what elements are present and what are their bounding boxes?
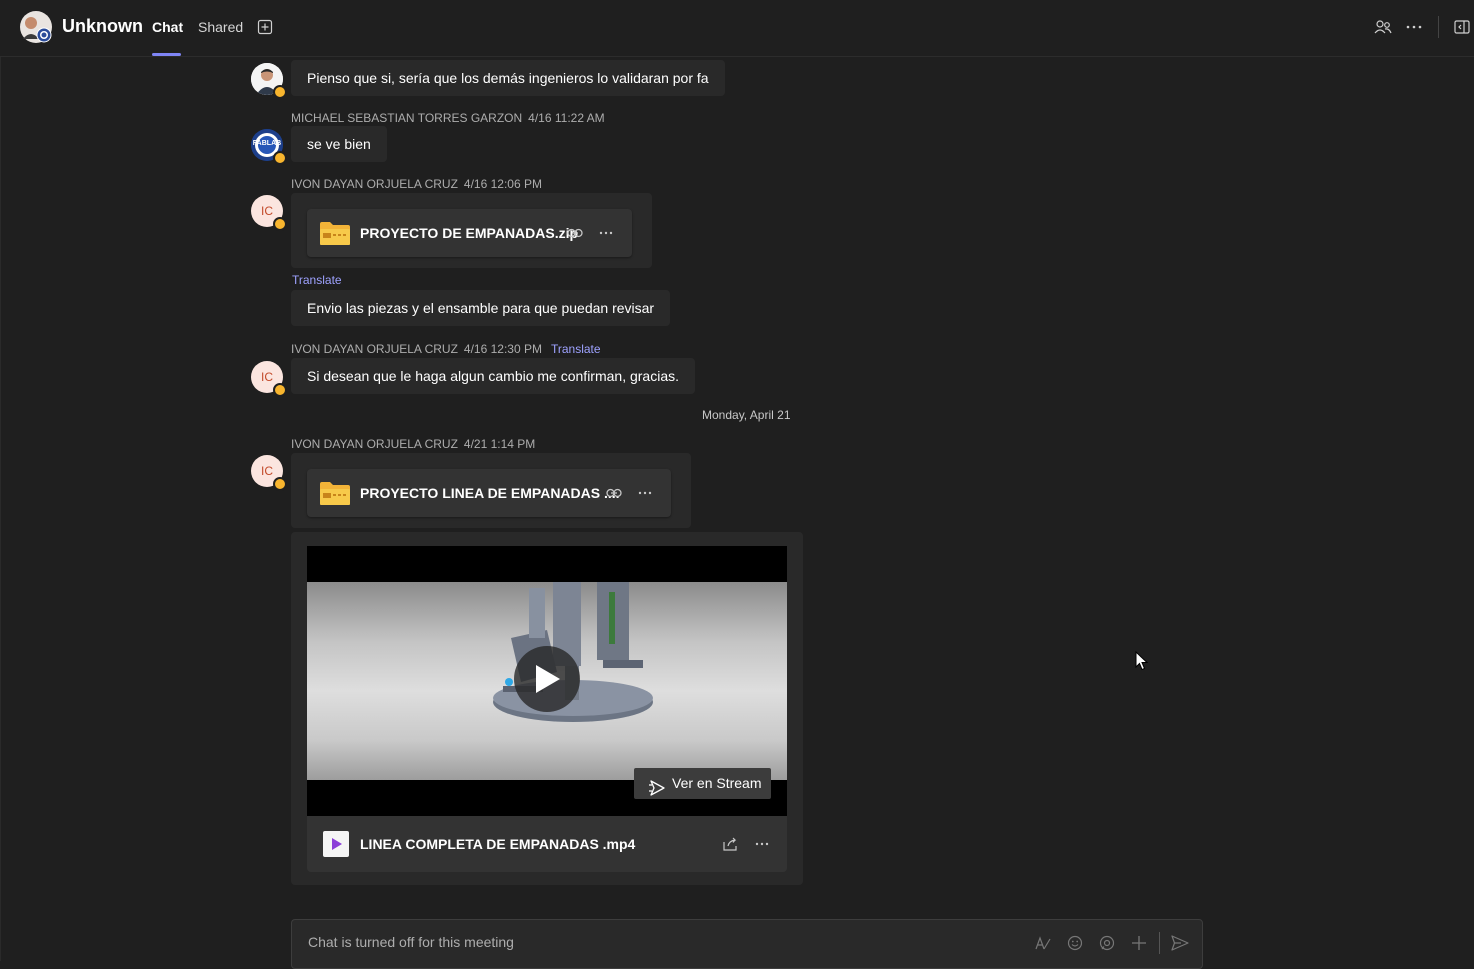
message-bubble[interactable]: se ve bien [291, 126, 387, 162]
away-status-icon [273, 477, 287, 491]
view-in-stream-button[interactable]: Ver en Stream [634, 768, 771, 799]
sticker-icon[interactable] [1097, 933, 1117, 953]
away-status-icon [273, 217, 287, 231]
format-icon[interactable] [1033, 933, 1053, 953]
group-avatar[interactable] [20, 11, 52, 43]
copy-link-icon[interactable] [605, 484, 623, 502]
file-name[interactable]: PROYECTO DE EMPANADAS.zip [360, 225, 578, 241]
video-file-icon [323, 831, 349, 857]
sender-name: MICHAEL SEBASTIAN TORRES GARZON [291, 111, 523, 125]
copy-link-icon[interactable] [566, 224, 584, 242]
sender-name: IVON DAYAN ORJUELA CRUZ [291, 177, 458, 191]
compose-divider [1159, 932, 1160, 954]
share-icon[interactable] [721, 835, 739, 853]
view-in-stream-label: Ver en Stream [672, 775, 762, 791]
date-divider: Monday, April 21 [702, 408, 791, 422]
compose-box[interactable]: Chat is turned off for this meeting [291, 919, 1203, 969]
mouse-cursor-icon [1135, 650, 1149, 674]
chat-header: Unknown Chat Shared [0, 0, 1474, 57]
zip-folder-icon [320, 481, 350, 505]
header-divider [1438, 16, 1439, 38]
timestamp: 4/16 11:22 AM [528, 111, 605, 125]
away-status-icon [273, 151, 287, 165]
sender-name: IVON DAYAN ORJUELA CRUZ [291, 342, 458, 356]
video-file-info[interactable]: LINEA COMPLETA DE EMPANADAS .mp4 [307, 816, 787, 872]
zip-folder-icon [320, 221, 350, 245]
emoji-icon[interactable] [1065, 933, 1085, 953]
timestamp: 4/16 12:30 PM [463, 342, 542, 356]
away-status-icon [273, 85, 287, 99]
file-more-options-icon[interactable] [636, 484, 654, 502]
open-side-panel-icon[interactable] [1451, 16, 1473, 38]
message-bubble[interactable]: Pienso que si, sería que los demás ingen… [291, 60, 725, 96]
video-more-options-icon[interactable] [753, 835, 771, 853]
translate-link[interactable]: Translate [551, 342, 601, 356]
tab-chat[interactable]: Chat [152, 19, 183, 35]
file-attachment-message: PROYECTO LINEA DE EMPANADAS .... [291, 453, 691, 528]
timestamp: 4/16 12:06 PM [463, 177, 542, 191]
active-tab-indicator [152, 53, 181, 56]
file-attachment-message: PROYECTO DE EMPANADAS.zip [291, 193, 652, 268]
tab-shared[interactable]: Shared [198, 19, 243, 35]
file-card[interactable]: PROYECTO LINEA DE EMPANADAS .... [307, 469, 671, 517]
sender-name: IVON DAYAN ORJUELA CRUZ [291, 437, 458, 451]
message-meta: IVON DAYAN ORJUELA CRUZ 4/21 1:14 PM [291, 437, 535, 451]
message-meta: IVON DAYAN ORJUELA CRUZ 4/16 12:30 PM Tran… [291, 342, 601, 356]
file-card[interactable]: PROYECTO DE EMPANADAS.zip [307, 209, 632, 257]
away-status-icon [273, 383, 287, 397]
participants-icon[interactable] [1372, 16, 1394, 38]
translate-link[interactable]: Translate [292, 273, 342, 287]
file-name[interactable]: PROYECTO LINEA DE EMPANADAS .... [360, 485, 620, 501]
send-icon[interactable] [1170, 933, 1190, 953]
message-bubble[interactable]: Si desean que le haga algun cambio me co… [291, 358, 695, 394]
add-attachment-icon[interactable] [1129, 933, 1149, 953]
message-meta: IVON DAYAN ORJUELA CRUZ 4/16 12:06 PM [291, 177, 542, 191]
message-bubble[interactable]: Envio las piezas y el ensamble para que … [291, 290, 671, 326]
avatar-label: FABLAB [252, 140, 282, 147]
file-more-options-icon[interactable] [597, 224, 615, 242]
stream-icon [648, 776, 666, 807]
message-meta: MICHAEL SEBASTIAN TORRES GARZON 4/16 11:2… [291, 111, 605, 125]
timestamp: 4/21 1:14 PM [463, 437, 536, 451]
add-tab-icon[interactable] [256, 18, 274, 36]
video-file-name[interactable]: LINEA COMPLETA DE EMPANADAS .mp4 [360, 836, 635, 852]
more-options-icon[interactable] [1403, 16, 1425, 38]
video-attachment: Ver en Stream LINEA COMPLETA DE EMPANADA… [291, 532, 803, 885]
play-icon[interactable] [514, 646, 580, 712]
video-player[interactable]: Ver en Stream [307, 546, 787, 816]
compose-placeholder: Chat is turned off for this meeting [308, 934, 514, 950]
chat-title: Unknown [62, 16, 143, 36]
